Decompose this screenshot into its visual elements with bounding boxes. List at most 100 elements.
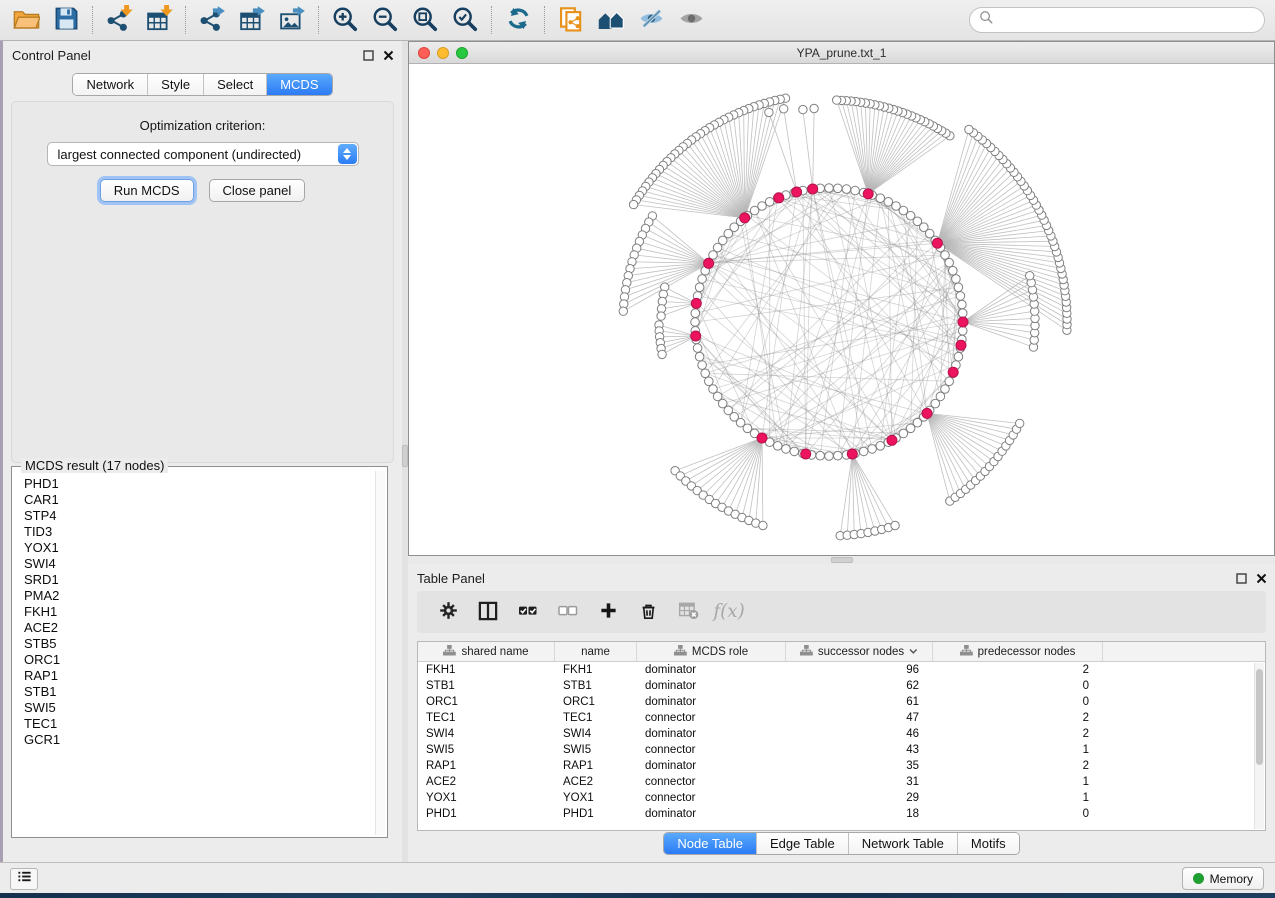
cell-name[interactable]: PHD1 <box>555 806 637 822</box>
import-network-button[interactable] <box>99 3 139 37</box>
hide-selected-button[interactable] <box>631 3 671 37</box>
cell-successor-nodes[interactable]: 31 <box>786 774 933 790</box>
cell-predecessor-nodes[interactable]: 1 <box>933 790 1103 806</box>
mcds-result-item[interactable]: PHD1 <box>24 476 374 492</box>
export-image-button[interactable] <box>272 3 312 37</box>
new-network-from-selection-button[interactable] <box>551 3 591 37</box>
column-header-MCDS-role[interactable]: MCDS role <box>637 642 786 661</box>
column-header-shared-name[interactable]: shared name <box>418 642 555 661</box>
table-row[interactable]: FKH1FKH1dominator962 <box>418 662 1265 678</box>
mcds-result-item[interactable]: ORC1 <box>24 652 374 668</box>
cell-successor-nodes[interactable]: 62 <box>786 678 933 694</box>
tab-select[interactable]: Select <box>203 74 266 95</box>
mcds-result-item[interactable]: STB5 <box>24 636 374 652</box>
mcds-result-item[interactable]: TID3 <box>24 524 374 540</box>
cell-MCDS-role[interactable]: connector <box>637 710 786 726</box>
table-row[interactable]: TEC1TEC1connector472 <box>418 710 1265 726</box>
cell-name[interactable]: RAP1 <box>555 758 637 774</box>
cell-predecessor-nodes[interactable]: 0 <box>933 806 1103 822</box>
cell-MCDS-role[interactable]: dominator <box>637 694 786 710</box>
automation-panel-button[interactable] <box>10 868 38 890</box>
mcds-result-item[interactable]: ACE2 <box>24 620 374 636</box>
cell-successor-nodes[interactable]: 29 <box>786 790 933 806</box>
table-scrollbar[interactable] <box>1254 663 1264 829</box>
refresh-button[interactable] <box>498 3 538 37</box>
cell-successor-nodes[interactable]: 96 <box>786 662 933 678</box>
select-all-button[interactable] <box>513 596 543 628</box>
table-row[interactable]: STB1STB1dominator620 <box>418 678 1265 694</box>
cell-shared-name[interactable]: ORC1 <box>418 694 555 710</box>
cell-name[interactable]: FKH1 <box>555 662 637 678</box>
close-panel-icon[interactable] <box>1256 571 1267 589</box>
table-scrollbar-thumb[interactable] <box>1256 669 1263 765</box>
delete-column-button[interactable] <box>633 596 663 628</box>
cell-name[interactable]: SWI4 <box>555 726 637 742</box>
float-panel-icon[interactable] <box>363 48 374 66</box>
cell-name[interactable]: TEC1 <box>555 710 637 726</box>
mcds-result-item[interactable]: TEC1 <box>24 716 374 732</box>
import-table-button[interactable] <box>139 3 179 37</box>
cell-MCDS-role[interactable]: connector <box>637 790 786 806</box>
cell-MCDS-role[interactable]: connector <box>637 774 786 790</box>
column-header-successor-nodes[interactable]: successor nodes <box>786 642 933 661</box>
cell-predecessor-nodes[interactable]: 2 <box>933 710 1103 726</box>
table-row[interactable]: PHD1PHD1dominator180 <box>418 806 1265 822</box>
show-column-button[interactable] <box>473 596 503 628</box>
table-row[interactable]: RAP1RAP1dominator352 <box>418 758 1265 774</box>
cell-successor-nodes[interactable]: 47 <box>786 710 933 726</box>
table-row[interactable]: YOX1YOX1connector291 <box>418 790 1265 806</box>
zoom-out-button[interactable] <box>365 3 405 37</box>
cell-successor-nodes[interactable]: 18 <box>786 806 933 822</box>
cell-MCDS-role[interactable]: dominator <box>637 758 786 774</box>
network-canvas[interactable] <box>409 64 1274 555</box>
close-panel-button[interactable]: Close panel <box>209 179 306 202</box>
cell-MCDS-role[interactable]: dominator <box>637 662 786 678</box>
cell-name[interactable]: SWI5 <box>555 742 637 758</box>
cell-predecessor-nodes[interactable]: 2 <box>933 662 1103 678</box>
open-file-button[interactable] <box>6 3 46 37</box>
cell-predecessor-nodes[interactable]: 0 <box>933 678 1103 694</box>
memory-button[interactable]: Memory <box>1182 867 1264 890</box>
table-settings-button[interactable] <box>433 596 463 628</box>
zoom-fit-button[interactable] <box>405 3 445 37</box>
mcds-result-item[interactable]: GCR1 <box>24 732 374 748</box>
cell-shared-name[interactable]: SWI5 <box>418 742 555 758</box>
export-network-button[interactable] <box>192 3 232 37</box>
tab-mcds[interactable]: MCDS <box>266 74 331 95</box>
mcds-result-item[interactable]: YOX1 <box>24 540 374 556</box>
column-header-name[interactable]: name <box>555 642 637 661</box>
cell-shared-name[interactable]: ACE2 <box>418 774 555 790</box>
cell-name[interactable]: YOX1 <box>555 790 637 806</box>
cell-name[interactable]: ORC1 <box>555 694 637 710</box>
cell-MCDS-role[interactable]: connector <box>637 742 786 758</box>
tab-edge-table[interactable]: Edge Table <box>756 833 848 854</box>
cell-successor-nodes[interactable]: 43 <box>786 742 933 758</box>
cell-shared-name[interactable]: STB1 <box>418 678 555 694</box>
first-neighbors-button[interactable] <box>591 3 631 37</box>
mcds-result-item[interactable]: CAR1 <box>24 492 374 508</box>
mcds-result-scrollbar[interactable] <box>375 471 385 835</box>
table-row[interactable]: SWI5SWI5connector431 <box>418 742 1265 758</box>
column-header-predecessor-nodes[interactable]: predecessor nodes <box>933 642 1103 661</box>
cell-name[interactable]: STB1 <box>555 678 637 694</box>
cell-shared-name[interactable]: YOX1 <box>418 790 555 806</box>
mcds-result-item[interactable]: SWI5 <box>24 700 374 716</box>
divider-grip[interactable] <box>831 557 853 563</box>
mcds-result-item[interactable]: STB1 <box>24 684 374 700</box>
zoom-selected-button[interactable] <box>445 3 485 37</box>
mcds-result-item[interactable]: FKH1 <box>24 604 374 620</box>
cell-shared-name[interactable]: PHD1 <box>418 806 555 822</box>
deselect-all-button[interactable] <box>553 596 583 628</box>
cell-shared-name[interactable]: RAP1 <box>418 758 555 774</box>
cell-predecessor-nodes[interactable]: 2 <box>933 726 1103 742</box>
cell-predecessor-nodes[interactable]: 1 <box>933 774 1103 790</box>
tab-network-table[interactable]: Network Table <box>848 833 957 854</box>
cell-MCDS-role[interactable]: dominator <box>637 726 786 742</box>
cell-successor-nodes[interactable]: 46 <box>786 726 933 742</box>
save-session-button[interactable] <box>46 3 86 37</box>
table-row[interactable]: ACE2ACE2connector311 <box>418 774 1265 790</box>
tab-network[interactable]: Network <box>73 74 147 95</box>
cell-MCDS-role[interactable]: dominator <box>637 806 786 822</box>
cell-predecessor-nodes[interactable]: 0 <box>933 694 1103 710</box>
add-column-button[interactable] <box>593 596 623 628</box>
